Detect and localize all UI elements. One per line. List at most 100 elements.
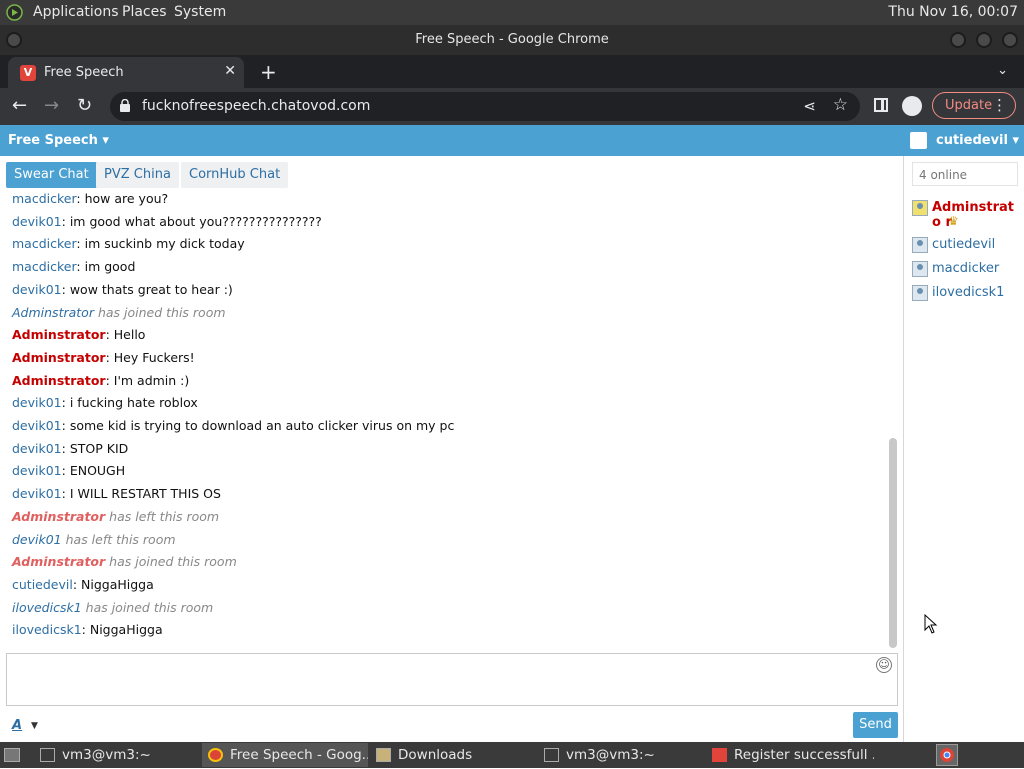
chat-message: cutiedevil: NiggaHigga (12, 577, 154, 592)
system-message: devik01 has left this room (12, 532, 176, 547)
chat-message: devik01: some kid is trying to download … (12, 418, 454, 433)
user-avatar-icon (912, 237, 928, 253)
message-input[interactable] (6, 653, 898, 706)
taskbar-item[interactable]: vm3@vm3:~ (538, 743, 698, 767)
maximize-button[interactable] (976, 32, 992, 48)
back-icon[interactable]: ← (12, 95, 27, 116)
taskbar-item[interactable]: Register successfull ... (706, 743, 874, 767)
minimize-button[interactable] (950, 32, 966, 48)
message-nick[interactable]: Adminstrator (12, 327, 106, 342)
message-nick[interactable]: macdicker (12, 191, 76, 206)
message-nick[interactable]: devik01 (12, 441, 62, 456)
address-bar[interactable]: fucknofreespeech.chatovod.com ⋖ ☆ (110, 92, 860, 121)
distro-logo-icon[interactable] (6, 4, 23, 21)
user-name: Adminstrato r (932, 200, 1014, 230)
current-user-menu[interactable]: cutiedevil ▾ (936, 133, 1019, 148)
update-button[interactable]: Update ⋮ (932, 92, 1016, 119)
taskbar-item-label: Downloads (398, 747, 473, 763)
reload-icon[interactable]: ↻ (77, 95, 92, 116)
message-nick[interactable]: devik01 (12, 395, 62, 410)
message-nick[interactable]: ilovedicsk1 (12, 622, 82, 637)
room-menu[interactable]: Free Speech ▾ (8, 133, 109, 148)
share-icon[interactable]: ⋖ (803, 97, 816, 115)
clock[interactable]: Thu Nov 16, 00:07 (888, 4, 1018, 20)
tab-strip: V Free Speech ✕ + ⌄ (0, 55, 1024, 88)
smiley-icon[interactable]: ☺ (876, 657, 892, 673)
send-button[interactable]: Send (853, 712, 898, 738)
menu-places[interactable]: Places (122, 4, 167, 20)
menu-applications[interactable]: Applications (33, 4, 119, 20)
workspace-switcher[interactable] (936, 744, 958, 766)
message-nick[interactable]: devik01 (12, 532, 62, 547)
vivaldi-favicon-icon: V (20, 65, 36, 81)
online-count: 4 online (919, 168, 968, 182)
message-text: : Hello (105, 327, 146, 343)
admin-crown-icon: ♛ (948, 214, 959, 228)
chat-message: macdicker: im suckinb my dick today (12, 236, 245, 251)
font-style-button[interactable]: A (12, 718, 22, 733)
chrome-icon (208, 748, 223, 762)
message-text: has left this room (105, 508, 220, 524)
user-avatar-icon[interactable] (910, 132, 927, 149)
message-nick[interactable]: Adminstrator (12, 509, 105, 524)
message-nick[interactable]: macdicker (12, 236, 76, 251)
chat-message: macdicker: im good (12, 259, 135, 274)
profile-avatar-icon[interactable] (902, 96, 922, 116)
message-text: : wow thats great to hear :) (61, 281, 233, 297)
message-nick[interactable]: cutiedevil (12, 577, 73, 592)
user-name: cutiedevil (932, 237, 996, 252)
online-count-box: 4 online (912, 162, 1018, 186)
message-nick[interactable]: devik01 (12, 282, 62, 297)
menu-dots-icon[interactable]: ⋮ (992, 96, 1007, 114)
chat-navbar: Free Speech ▾ cutiedevil ▾ (0, 125, 1024, 156)
taskbar-item[interactable]: Downloads (370, 743, 530, 767)
terminal-icon (40, 748, 55, 762)
system-message: Adminstrator has joined this room (12, 554, 237, 569)
taskbar-item-label: Register successfull ... (734, 747, 874, 763)
font-dropdown-icon[interactable]: ▼ (31, 721, 38, 731)
message-nick[interactable]: macdicker (12, 259, 76, 274)
message-text: has joined this room (81, 599, 214, 615)
message-nick[interactable]: Adminstrator (12, 373, 106, 388)
message-nick[interactable]: Adminstrator (12, 350, 106, 365)
message-nick[interactable]: devik01 (12, 463, 62, 478)
tab-search-icon[interactable]: ⌄ (997, 63, 1008, 78)
lock-icon[interactable] (120, 98, 130, 112)
message-nick[interactable]: Adminstrator (12, 554, 105, 569)
message-text: : ENOUGH (61, 463, 126, 479)
message-nick[interactable]: devik01 (12, 486, 62, 501)
message-nick[interactable]: devik01 (12, 214, 62, 229)
chat-message: ilovedicsk1: NiggaHigga (12, 622, 163, 637)
taskbar-item-label: Free Speech - Goog... (230, 747, 368, 763)
desktop-taskbar: vm3@vm3:~ Free Speech - Goog... Downloads v… (0, 742, 1024, 768)
menu-system[interactable]: System (174, 4, 226, 20)
tab-swear-chat[interactable]: Swear Chat (6, 162, 97, 188)
taskbar-item[interactable]: vm3@vm3:~ (34, 743, 194, 767)
tab-pvz-china[interactable]: PVZ China (96, 162, 179, 188)
tab-close-icon[interactable]: ✕ (224, 63, 236, 79)
mouse-cursor-icon (924, 613, 938, 634)
chat-message: devik01: wow thats great to hear :) (12, 282, 233, 297)
new-tab-icon[interactable]: + (260, 60, 277, 84)
message-scrollbar[interactable] (889, 438, 897, 648)
message-list: macdicker: how are you? devik01: im good … (6, 189, 890, 649)
taskbar-item-label: vm3@vm3:~ (62, 747, 151, 763)
browser-tab[interactable]: V Free Speech ✕ (8, 57, 244, 88)
message-text: has joined this room (93, 304, 226, 320)
chat-message: devik01: im good what about you?????????… (12, 214, 322, 229)
message-nick[interactable]: ilovedicsk1 (12, 600, 82, 615)
message-nick[interactable]: Adminstrator (12, 305, 94, 320)
tab-cornhub-chat[interactable]: CornHub Chat (181, 162, 289, 188)
show-desktop-icon[interactable] (4, 748, 20, 762)
message-text: : NiggaHigga (81, 622, 163, 638)
message-text: has left this room (61, 531, 176, 547)
close-window-button[interactable] (1002, 32, 1018, 48)
message-text: has joined this room (105, 554, 237, 570)
bookmark-star-icon[interactable]: ☆ (833, 95, 848, 115)
message-nick[interactable]: devik01 (12, 418, 62, 433)
update-label: Update (945, 98, 993, 113)
forward-icon[interactable]: → (44, 95, 59, 116)
taskbar-item[interactable]: Free Speech - Goog... (202, 743, 368, 767)
url-text[interactable]: fucknofreespeech.chatovod.com (142, 98, 370, 114)
side-panel-icon[interactable] (874, 98, 888, 112)
